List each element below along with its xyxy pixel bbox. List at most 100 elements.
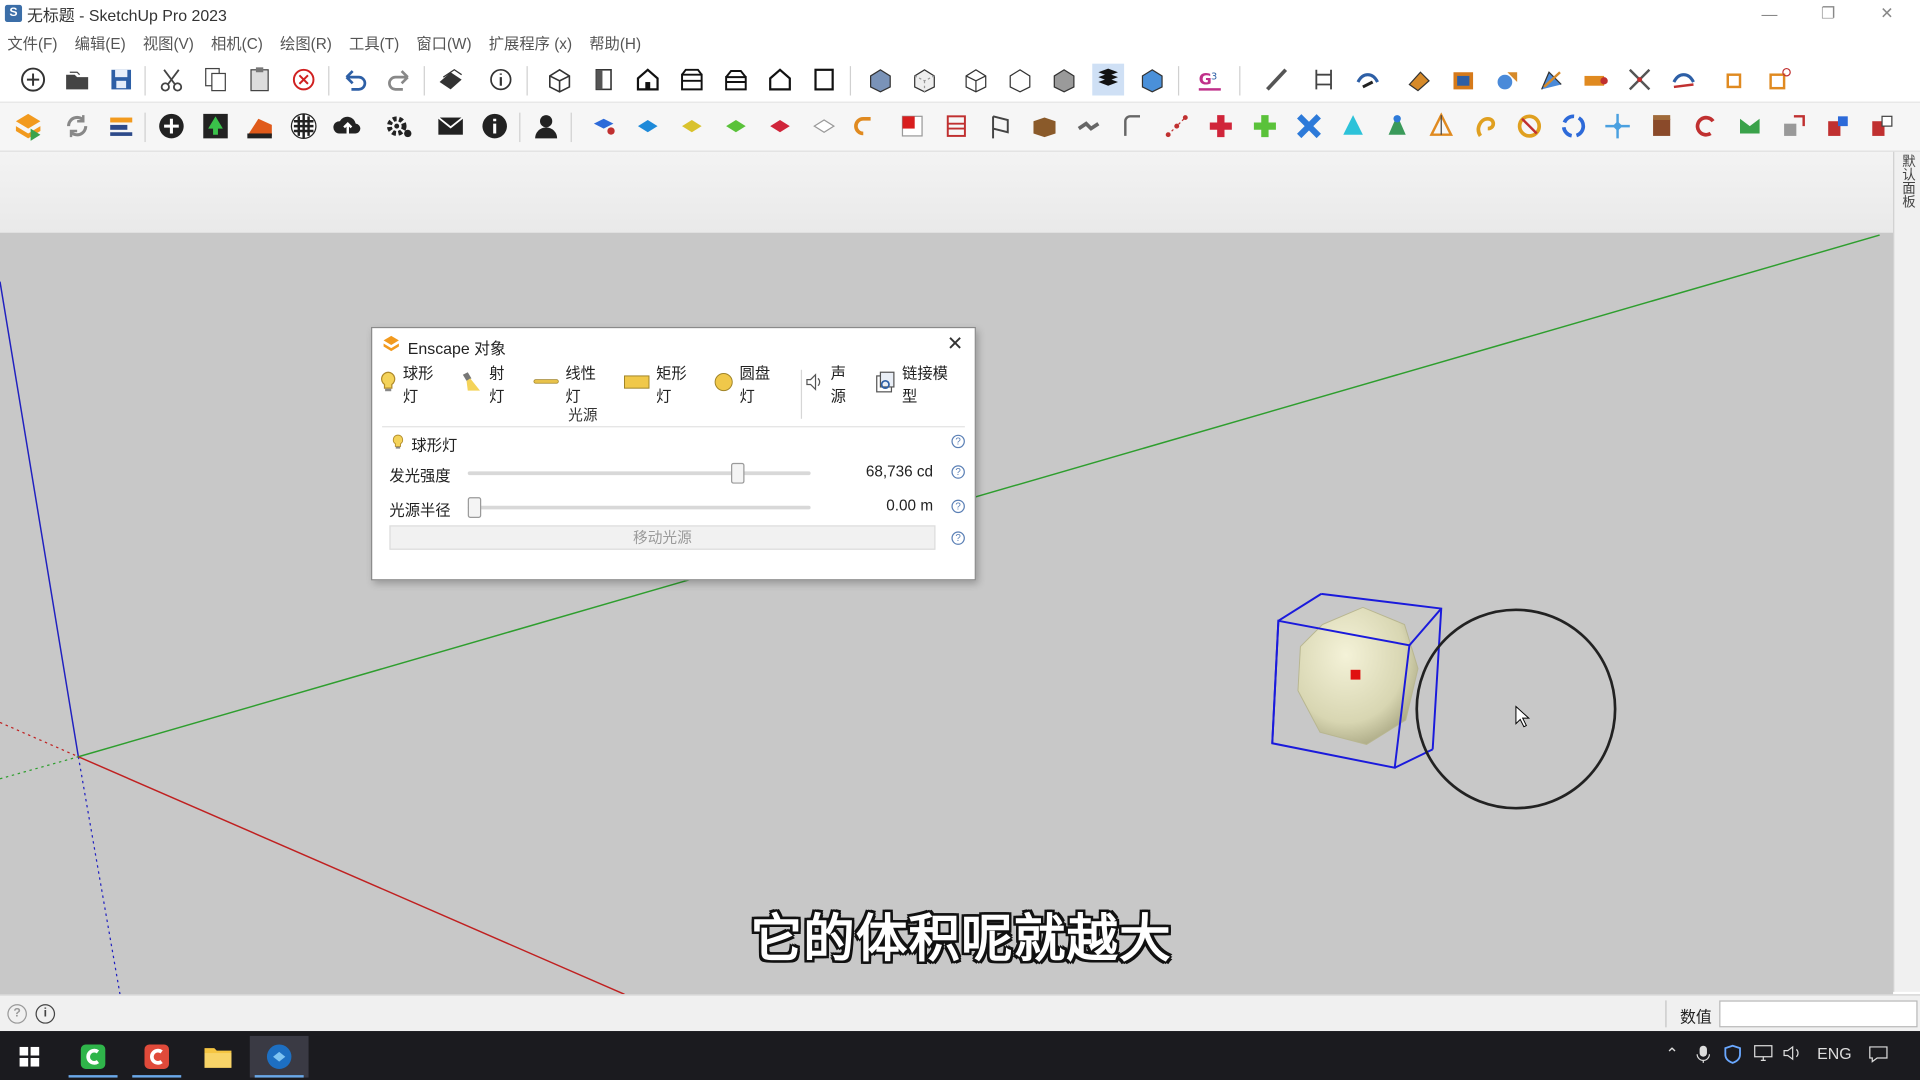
intersect-icon[interactable]: [1536, 64, 1568, 96]
measurements-input[interactable]: [1719, 1000, 1918, 1028]
intensity-slider-track[interactable]: [467, 462, 811, 484]
restore-icon[interactable]: ❐: [1800, 0, 1856, 27]
enscape-asset-icon[interactable]: [200, 110, 232, 142]
extension-tool-icon[interactable]: [1205, 110, 1237, 142]
extension-tool-icon[interactable]: [1073, 110, 1105, 142]
minimize-icon[interactable]: —: [1741, 0, 1797, 27]
extension-tool-icon[interactable]: [632, 110, 664, 142]
print-icon[interactable]: [435, 64, 467, 96]
tab-sphere-light[interactable]: 球形灯: [380, 360, 447, 407]
enscape-refresh-icon[interactable]: [61, 110, 93, 142]
undo-icon[interactable]: [339, 64, 371, 96]
extension-tool-icon[interactable]: [1249, 110, 1281, 142]
enscape-about-icon[interactable]: [479, 110, 511, 142]
back-view-icon[interactable]: [720, 64, 752, 96]
open-icon[interactable]: [61, 64, 93, 96]
new-icon[interactable]: [17, 64, 49, 96]
security-shield-icon[interactable]: [1724, 1044, 1741, 1067]
menu-draw[interactable]: 绘图(R): [280, 30, 332, 53]
camtasia-icon[interactable]: [64, 1036, 123, 1078]
extension-tool-icon[interactable]: [1513, 110, 1545, 142]
back-edges-icon[interactable]: [909, 64, 941, 96]
extension-tool-icon[interactable]: [1161, 110, 1193, 142]
extension-tool-icon[interactable]: [764, 110, 796, 142]
trim-icon[interactable]: [1624, 64, 1656, 96]
credits-icon[interactable]: i: [35, 1004, 56, 1024]
front-view-icon[interactable]: [632, 64, 664, 96]
extension-tool-icon[interactable]: [1866, 110, 1898, 142]
section-plane-icon[interactable]: G3: [1194, 64, 1226, 96]
chevron-up-icon[interactable]: ⌃: [1665, 1044, 1678, 1064]
volume-icon[interactable]: [1783, 1044, 1803, 1065]
menu-window[interactable]: 窗口(W): [416, 30, 471, 53]
language-indicator[interactable]: ENG: [1817, 1044, 1851, 1062]
paste-icon[interactable]: [244, 64, 276, 96]
file-explorer-icon[interactable]: [189, 1036, 248, 1078]
extension-tool-icon[interactable]: [1646, 110, 1678, 142]
enscape-views-icon[interactable]: [244, 110, 276, 142]
camtasia-recorder-icon[interactable]: [127, 1036, 186, 1078]
rotate-icon[interactable]: [1763, 64, 1795, 96]
intensity-value[interactable]: 68,736 cd: [866, 463, 933, 480]
left-view-icon[interactable]: [764, 64, 796, 96]
push-pull-icon[interactable]: [1447, 64, 1479, 96]
extension-tool-icon[interactable]: [1293, 110, 1325, 142]
extension-tool-icon[interactable]: [676, 110, 708, 142]
extension-tool-icon[interactable]: [1117, 110, 1149, 142]
right-view-icon[interactable]: [676, 64, 708, 96]
extension-tool-icon[interactable]: [940, 110, 972, 142]
extension-tool-icon[interactable]: [1337, 110, 1369, 142]
tab-spot-light[interactable]: 射灯: [461, 360, 518, 407]
menu-extensions[interactable]: 扩展程序 (x): [489, 30, 572, 53]
microphone-icon[interactable]: [1696, 1044, 1711, 1067]
enscape-add-icon[interactable]: [156, 110, 188, 142]
top-view-icon[interactable]: [588, 64, 620, 96]
enscape-sync-icon[interactable]: [105, 110, 137, 142]
radius-slider-thumb[interactable]: [467, 497, 482, 518]
cut-icon[interactable]: [156, 64, 188, 96]
line-tool-icon[interactable]: [1261, 64, 1293, 96]
intensity-slider-thumb[interactable]: [731, 462, 745, 484]
tab-sound-source[interactable]: 声源: [805, 360, 859, 407]
radius-value[interactable]: 0.00 m: [886, 497, 933, 514]
extension-tool-icon[interactable]: [1029, 110, 1061, 142]
tab-linear-light[interactable]: 线性灯: [532, 360, 608, 407]
enscape-account-icon[interactable]: [530, 110, 562, 142]
enscape-logo-icon[interactable]: [12, 110, 44, 142]
extension-tool-icon[interactable]: [588, 110, 620, 142]
hidden-line-icon[interactable]: [1004, 64, 1036, 96]
model-info-icon[interactable]: [485, 64, 517, 96]
radius-slider-track[interactable]: [467, 497, 811, 518]
tab-link-model[interactable]: 链接模型: [874, 360, 960, 407]
monochrome-icon[interactable]: [1136, 64, 1168, 96]
default-tray[interactable]: 默认面板: [1893, 151, 1920, 992]
help-icon[interactable]: ?: [951, 499, 965, 514]
notification-icon[interactable]: [1869, 1044, 1889, 1067]
copy-icon[interactable]: [200, 64, 232, 96]
enscape-material-icon[interactable]: [288, 110, 320, 142]
follow-me-icon[interactable]: [1352, 64, 1384, 96]
shaded-textures-icon[interactable]: [1092, 63, 1125, 96]
extension-tool-icon[interactable]: [984, 110, 1016, 142]
redo-icon[interactable]: [383, 64, 415, 96]
tape-icon[interactable]: [1580, 64, 1612, 96]
menu-edit[interactable]: 编辑(E): [75, 30, 126, 53]
extension-tool-icon[interactable]: [1425, 110, 1457, 142]
enscape-feedback-icon[interactable]: [435, 110, 467, 142]
iso-view-icon[interactable]: [544, 64, 576, 96]
scale-icon[interactable]: [1719, 64, 1751, 96]
extension-tool-icon[interactable]: [808, 110, 840, 142]
menu-tools[interactable]: 工具(T): [349, 30, 399, 53]
enscape-settings-icon[interactable]: [383, 110, 415, 142]
extension-tool-icon[interactable]: [1381, 110, 1413, 142]
sketchup-icon[interactable]: [249, 1035, 309, 1078]
help-icon[interactable]: ?: [951, 434, 965, 449]
extension-tool-icon[interactable]: [1822, 110, 1854, 142]
paint-bucket-icon[interactable]: [1403, 64, 1435, 96]
extension-tool-icon[interactable]: [1690, 110, 1722, 142]
windows-start-icon[interactable]: [0, 1036, 59, 1078]
enscape-upload-icon[interactable]: [332, 110, 364, 142]
extend-icon[interactable]: [1668, 64, 1700, 96]
extension-tool-icon[interactable]: [1734, 110, 1766, 142]
close-icon[interactable]: ✕: [1859, 0, 1915, 27]
